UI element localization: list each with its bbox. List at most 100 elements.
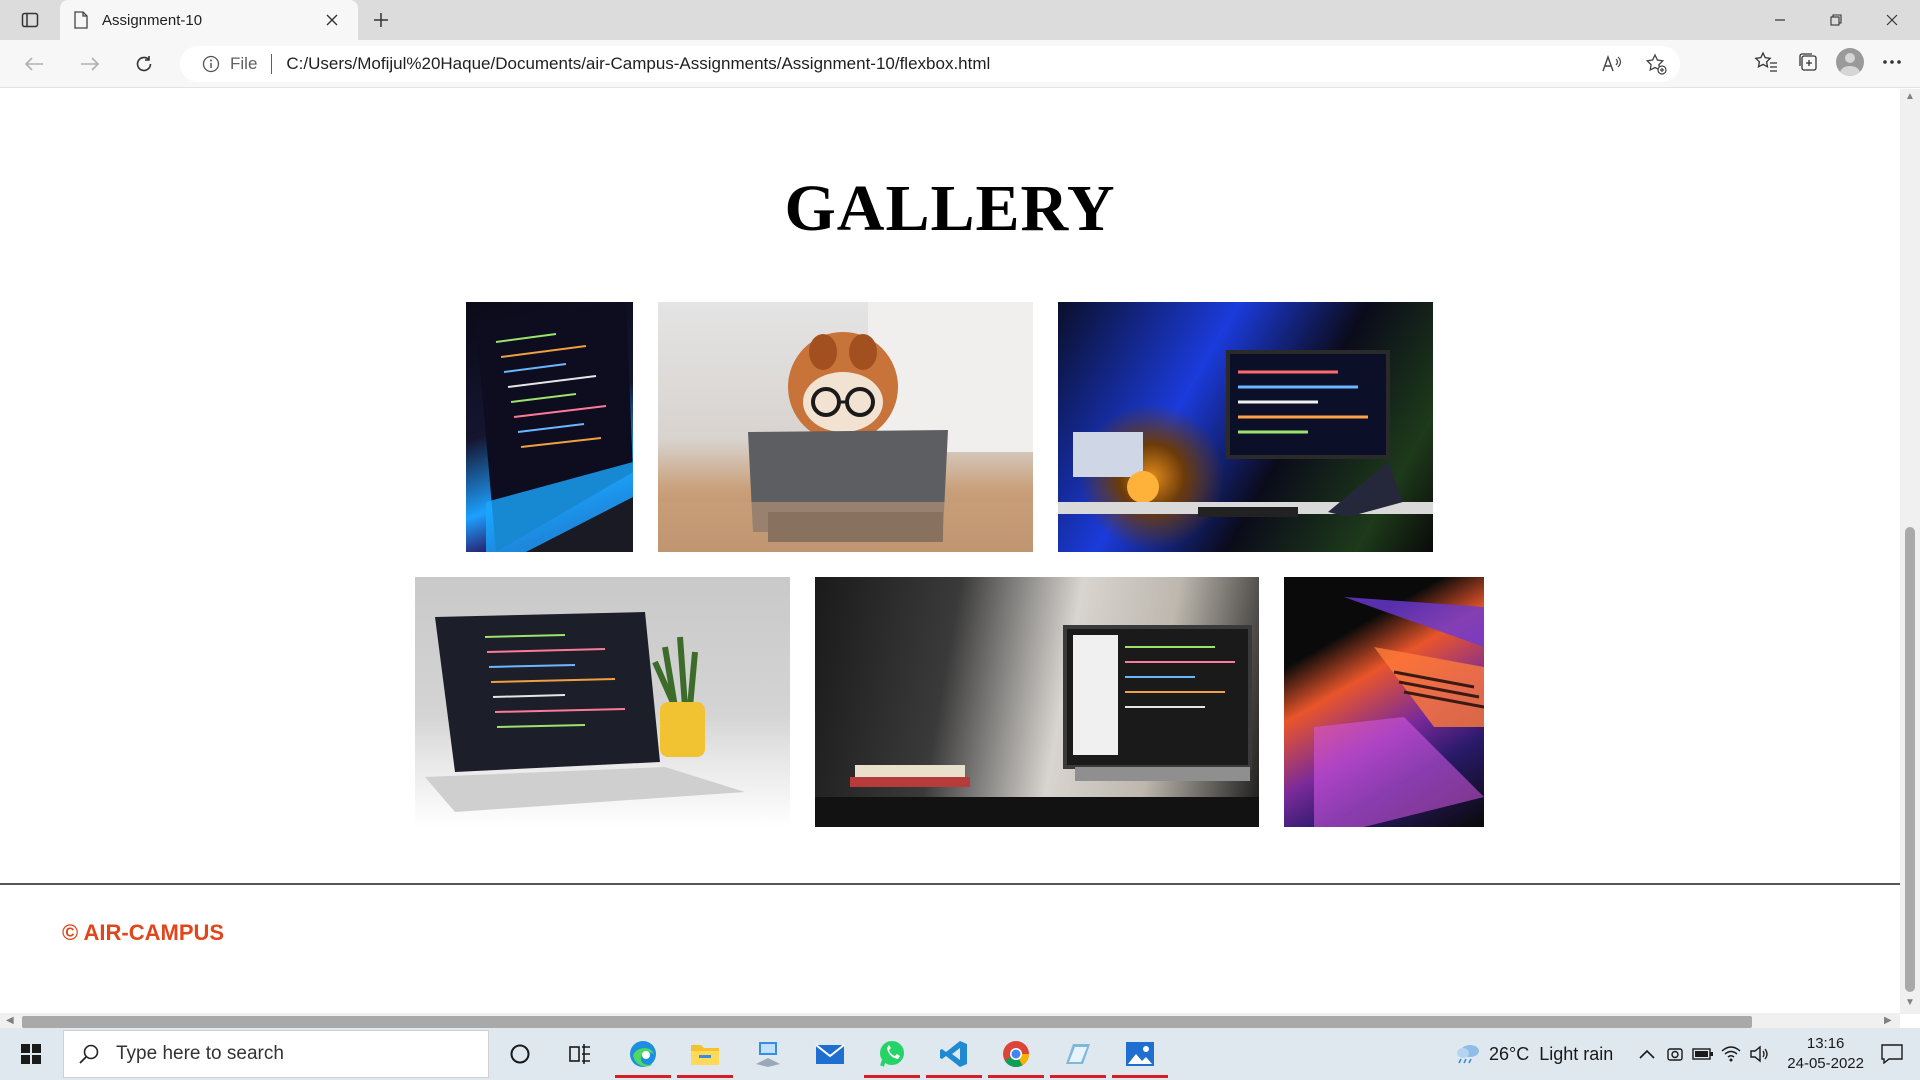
tray-overflow-button[interactable] (1633, 1040, 1661, 1068)
browser-tab-bar: Assignment-10 (0, 0, 1920, 40)
address-bar[interactable]: File C:/Users/Mofijul%20Haque/Documents/… (180, 46, 1680, 82)
laptop-with-plant-photo (415, 577, 790, 827)
start-button[interactable] (10, 1036, 52, 1072)
plus-icon (374, 13, 388, 27)
address-separator (271, 54, 273, 74)
taskbar-search[interactable]: Type here to search (63, 1030, 489, 1078)
address-actions (1598, 50, 1670, 78)
back-button[interactable] (16, 48, 52, 80)
chevron-up-icon (1639, 1049, 1655, 1059)
profile-button[interactable] (1836, 48, 1864, 76)
laptop-wall-graphic (815, 625, 1259, 827)
mail-app-button[interactable] (800, 1030, 860, 1078)
camera-icon (1667, 1048, 1683, 1061)
info-icon (202, 55, 220, 73)
chrome-app-button[interactable] (986, 1030, 1046, 1078)
notepad-icon (1066, 1044, 1090, 1064)
clock-time: 13:16 (1806, 1035, 1845, 1052)
collections-button[interactable] (1794, 48, 1822, 76)
vscode-app-button[interactable] (924, 1030, 984, 1078)
windows-taskbar: Type here to search 26°C Light rain 13:1… (0, 1028, 1920, 1080)
laptop-colorful-photo (1284, 577, 1484, 827)
cortana-button[interactable] (490, 1030, 550, 1078)
laptop-code-graphic (476, 302, 633, 552)
address-url[interactable]: C:/Users/Mofijul%20Haque/Documents/air-C… (286, 54, 990, 74)
volume-button[interactable] (1745, 1040, 1773, 1068)
tab-title: Assignment-10 (102, 11, 203, 29)
tab-actions-icon (21, 12, 39, 28)
close-window-button[interactable] (1864, 0, 1920, 40)
tab-close-button[interactable] (320, 8, 344, 32)
battery-button[interactable] (1689, 1040, 1717, 1068)
toolbar-right (1752, 48, 1906, 76)
clock-date: 24-05-2022 (1787, 1055, 1864, 1072)
forward-button[interactable] (72, 48, 108, 80)
collections-icon (1799, 53, 1817, 71)
scroll-left-arrow-icon[interactable]: ◀ (6, 1015, 14, 1026)
weather-rain-icon (1456, 1045, 1479, 1064)
speaker-icon (1750, 1045, 1768, 1063)
forward-arrow-icon (81, 57, 100, 71)
laptop-code-closeup-photo (466, 302, 633, 552)
horizontal-scrollbar[interactable]: ◀ ▶ (0, 1013, 1900, 1029)
footer-copyright: © AIR-CAMPUS (62, 920, 225, 945)
new-tab-button[interactable] (366, 6, 396, 34)
desk-setup-graphic (1058, 350, 1433, 517)
laptop-plant-graphic (425, 612, 745, 812)
mail-envelope-icon (815, 1044, 845, 1064)
avatar (1836, 48, 1864, 76)
restore-icon (1830, 14, 1842, 26)
browser-tab[interactable]: Assignment-10 (60, 0, 358, 40)
close-icon (326, 14, 338, 26)
more-dots-icon (1883, 60, 1901, 64)
chrome-icon (1003, 1041, 1030, 1068)
taskbar-clock[interactable]: 13:16 24-05-2022 (1787, 1034, 1864, 1074)
weather-description[interactable]: Light rain (1539, 1044, 1613, 1065)
restore-button[interactable] (1808, 0, 1864, 40)
folder-icon (691, 1045, 719, 1065)
vertical-scroll-thumb[interactable] (1905, 527, 1915, 992)
notifications-button[interactable] (1878, 1040, 1906, 1068)
read-aloud-button[interactable] (1598, 50, 1626, 78)
dog-tablet-graphic (658, 302, 1033, 552)
wifi-button[interactable] (1717, 1040, 1745, 1068)
scroll-right-arrow-icon[interactable]: ▶ (1884, 1015, 1892, 1026)
task-view-button[interactable] (550, 1030, 610, 1078)
vertical-scrollbar[interactable]: ▲ ▼ (1900, 89, 1920, 1014)
tab-actions-button[interactable] (12, 6, 48, 34)
meet-now-button[interactable] (1661, 1040, 1689, 1068)
refresh-button[interactable] (126, 48, 162, 80)
favorites-button[interactable] (1752, 48, 1780, 76)
close-icon (1886, 14, 1898, 26)
file-explorer-app-button[interactable] (675, 1030, 735, 1078)
network-app-button[interactable] (738, 1030, 798, 1078)
search-placeholder: Type here to search (116, 1043, 284, 1064)
photos-app-button[interactable] (1110, 1030, 1170, 1078)
favorites-icon (1754, 51, 1777, 72)
add-favorite-button[interactable] (1642, 50, 1670, 78)
scroll-down-arrow-icon[interactable]: ▼ (1905, 997, 1915, 1008)
scroll-up-arrow-icon[interactable]: ▲ (1905, 91, 1915, 102)
cortana-circle-icon (510, 1044, 530, 1064)
window-controls (1752, 0, 1920, 40)
computer-network-icon (756, 1042, 780, 1067)
settings-more-button[interactable] (1878, 48, 1906, 76)
task-view-icon (569, 1044, 590, 1064)
edge-app-button[interactable] (613, 1030, 673, 1078)
notepad-app-button[interactable] (1048, 1030, 1108, 1078)
dog-with-glasses-photo (658, 302, 1033, 552)
horizontal-scroll-thumb[interactable] (22, 1016, 1752, 1028)
laptop-colorful-graphic (1314, 597, 1484, 827)
battery-icon (1692, 1048, 1714, 1060)
page-viewport: GALLERY © AIR-CAMPUS (0, 89, 1900, 1014)
page-title: GALLERY (784, 172, 1116, 245)
star-add-icon (1645, 53, 1667, 75)
wifi-icon (1721, 1046, 1741, 1062)
whatsapp-app-button[interactable] (862, 1030, 922, 1078)
page-icon (74, 11, 88, 29)
weather-temperature[interactable]: 26°C (1489, 1044, 1529, 1065)
search-icon (79, 1044, 99, 1064)
minimize-button[interactable] (1752, 0, 1808, 40)
minimize-icon (1775, 19, 1785, 21)
whatsapp-icon (880, 1041, 904, 1067)
